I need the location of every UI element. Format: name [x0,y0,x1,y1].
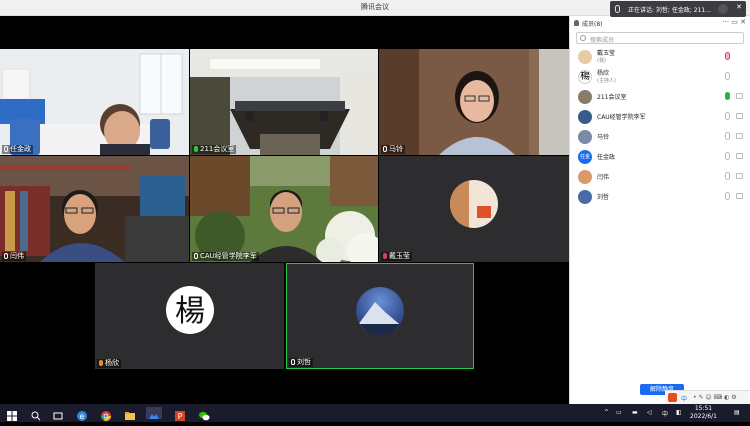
windows-start-icon[interactable] [6,407,18,421]
bookshelf-background [0,156,189,262]
video-tile[interactable]: CAU经管学院李军 [190,156,378,262]
tencent-meeting-icon[interactable] [146,407,162,419]
file-explorer-icon[interactable] [124,407,136,420]
ime-language[interactable]: 中 [681,394,687,403]
video-tile[interactable]: 211会议室 [190,49,378,155]
video-tile[interactable]: 马铃 [379,49,569,155]
wechat-icon[interactable] [198,407,210,421]
participant-name: 刘哲 [289,358,313,367]
camera-icon[interactable] [736,93,743,99]
participant-name: 马铃 [381,145,405,154]
mic-speaking-icon[interactable] [725,92,730,100]
ime-tools-icon[interactable]: • ✎ ☺ ⌨ ◐ ⚙ [693,394,737,401]
taskbar: e P ^ ▭ ▬ ◁ 中 ◧ 15:51 2022/6/1 ▤ [0,404,750,422]
tray-chevron-icon[interactable]: ^ [604,409,609,416]
avatar [578,110,592,124]
avatar [578,50,592,64]
search-icon[interactable] [30,407,42,421]
camera-icon[interactable] [736,153,743,159]
mic-icon[interactable] [725,72,730,80]
close-notification-icon[interactable]: ✕ [736,3,742,11]
mic-icon [615,5,620,13]
video-tile[interactable]: 戴玉莹 [379,156,569,262]
mic-icon[interactable] [725,192,730,200]
woman-video-background [379,49,569,155]
mic-icon[interactable] [725,112,730,120]
notification-center-icon[interactable]: ▤ [734,409,740,416]
avatar [356,287,404,335]
mic-icon[interactable] [725,172,730,180]
video-grid: 任金政 211会议室 马铃 闫伟 CAU经管学院李军 戴玉莹 楊 杨欣 刘哲 [0,16,569,404]
mic-icon[interactable] [725,132,730,140]
speaking-notification: 正在讲话: 刘哲; 任金政; 211... ✕ [610,1,746,17]
participant-name: 戴玉莹 [381,252,412,261]
list-item[interactable]: 211会议室 [570,86,750,106]
list-item[interactable]: CAU经管学院李军 [570,106,750,126]
participant-name: 211会议室 [192,145,237,154]
list-item[interactable]: 闫伟 [570,166,750,186]
edge-browser-icon[interactable]: e [76,407,88,421]
members-header: 成员(8) ··· ▭ ✕ [570,16,750,30]
list-item[interactable]: 任金 任金政 [570,146,750,166]
ime-icon[interactable]: ◧ [676,409,682,416]
meeting-window: 腾讯会议 – ▢ ✕ 正在讲话: 刘哲; 任金政; 211... ✕ [0,0,750,404]
avatar: 楊 [578,70,592,84]
avatar [578,190,592,204]
camera-icon[interactable] [736,193,743,199]
avatar [450,180,498,228]
speaking-text: 正在讲话: 刘哲; 任金政; 211... [628,7,711,14]
powerpoint-icon[interactable]: P [174,407,186,421]
camera-icon[interactable] [736,113,743,119]
hand-icon[interactable] [718,4,728,14]
list-item[interactable]: 马铃 [570,126,750,146]
search-input[interactable]: 搜索成员 [576,32,744,44]
conference-room-background [190,49,378,155]
video-tile[interactable]: 刘哲 [286,263,474,369]
list-item[interactable]: 戴玉莹 (我) [570,46,750,66]
camera-icon[interactable] [736,133,743,139]
list-item[interactable]: 楊 杨欣 (主持人) [570,66,750,86]
panel-controls-icon[interactable]: ··· ▭ ✕ [722,18,746,26]
office-background [0,49,189,155]
sogou-icon[interactable] [668,393,677,402]
participant-name: 杨欣 [97,359,121,368]
avatar [578,130,592,144]
battery-icon[interactable]: ▬ [632,409,638,416]
svg-text:e: e [80,412,85,421]
members-icon [574,20,579,26]
video-tile[interactable]: 楊 杨欣 [95,263,284,369]
avatar [578,170,592,184]
camera-icon[interactable] [736,173,743,179]
video-tile[interactable]: 任金政 [0,49,189,155]
svg-text:P: P [178,412,183,421]
input-language[interactable]: 中 [662,409,668,418]
system-clock[interactable]: 15:51 2022/6/1 [690,405,717,421]
ime-toolbar: 中 • ✎ ☺ ⌨ ◐ ⚙ [665,390,749,404]
network-icon[interactable]: ▭ [616,409,622,416]
list-item[interactable]: 刘哲 [570,186,750,206]
mic-icon[interactable] [725,152,730,160]
avatar [578,90,592,104]
search-icon [580,35,586,41]
volume-icon[interactable]: ◁ [647,409,652,416]
mic-muted-icon[interactable] [725,52,730,60]
task-view-icon[interactable] [52,407,64,420]
members-panel: 成员(8) ··· ▭ ✕ 搜索成员 戴玉莹 (我) 楊 杨欣 (主持人) 21… [569,16,750,404]
participant-name: 闫伟 [2,252,26,261]
avatar: 任金 [578,150,592,164]
chrome-icon[interactable] [100,407,112,421]
participant-name: 任金政 [2,145,33,154]
video-tile[interactable]: 闫伟 [0,156,189,262]
svg-text:楊: 楊 [175,294,205,329]
avatar: 楊 [166,286,214,334]
campus-background [190,156,378,262]
participant-name: CAU经管学院李军 [192,252,259,261]
